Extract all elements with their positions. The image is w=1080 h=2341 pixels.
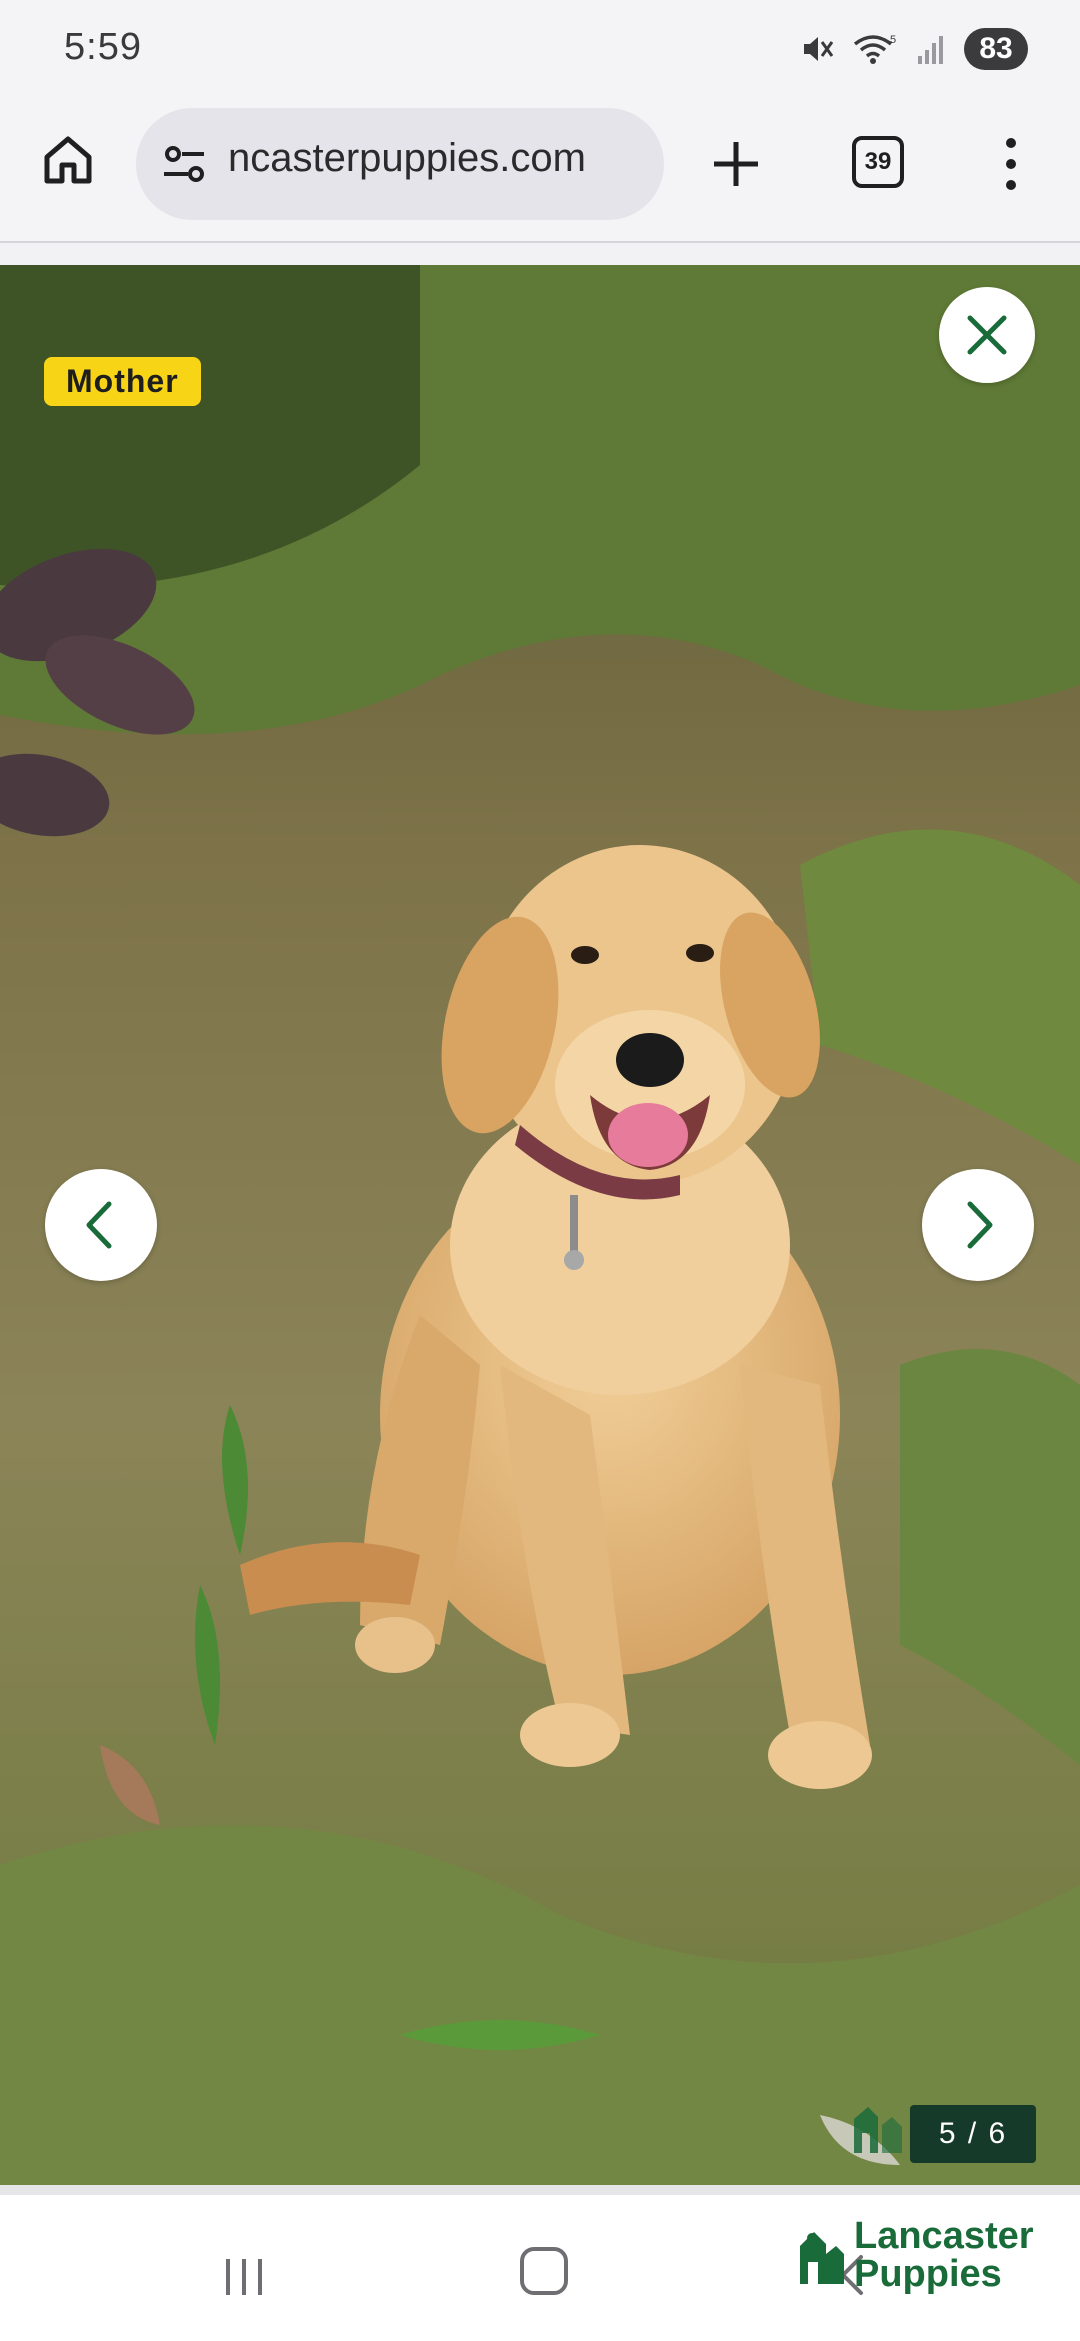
close-button[interactable] <box>939 287 1035 383</box>
system-home-button[interactable] <box>520 2247 568 2295</box>
new-tab-icon[interactable] <box>706 134 766 194</box>
menu-dot <box>1006 180 1016 190</box>
previous-photo-button[interactable] <box>45 1169 157 1281</box>
status-icons: 5 83 <box>800 26 1028 72</box>
browser-toolbar: ncasterpuppies.com 39 <box>0 100 1080 243</box>
menu-dot <box>1006 138 1016 148</box>
tab-switcher-button[interactable]: 39 <box>852 136 904 188</box>
more-menu-button[interactable] <box>996 134 1026 194</box>
chevron-right-icon <box>967 1201 993 1249</box>
mute-icon <box>804 37 834 61</box>
mother-badge: Mother <box>44 357 201 406</box>
home-button[interactable] <box>38 130 98 190</box>
chevron-left-icon <box>86 1201 112 1249</box>
screen: 5:59 5 83 ncasterpuppies.com 39 Mother 5… <box>0 0 1080 2341</box>
status-time: 5:59 <box>64 26 142 68</box>
photo-counter: 5 / 6 <box>910 2105 1036 2163</box>
brand-logo[interactable]: Lancaster Puppies <box>796 2217 1034 2293</box>
svg-text:5: 5 <box>890 34 896 46</box>
battery-icon: 83 <box>964 28 1028 70</box>
home-icon <box>44 136 92 184</box>
recents-icon[interactable] <box>220 2253 268 2301</box>
lightbox-photo[interactable]: Mother 5 / 6 <box>0 265 1080 2185</box>
url-text[interactable]: ncasterpuppies.com <box>228 136 586 181</box>
bottom-bar: Lancaster Puppies <box>0 2185 1080 2341</box>
wifi-icon: 5 <box>853 34 896 64</box>
url-bar[interactable]: ncasterpuppies.com <box>136 108 664 220</box>
brand-name-line2: Puppies <box>854 2253 1002 2295</box>
close-icon <box>967 315 1007 355</box>
watermark-logo-icon <box>854 2107 902 2153</box>
status-bar: 5:59 5 83 <box>0 0 1080 100</box>
menu-dot <box>1006 159 1016 169</box>
brand-text: Lancaster Puppies <box>854 2217 1034 2293</box>
brand-name-line1: Lancaster <box>854 2215 1034 2257</box>
dog-photo <box>0 265 1080 2185</box>
next-photo-button[interactable] <box>922 1169 1034 1281</box>
lancaster-puppies-logo-icon <box>800 2232 844 2284</box>
signal-icon <box>918 36 943 64</box>
site-settings-icon[interactable] <box>160 140 210 190</box>
